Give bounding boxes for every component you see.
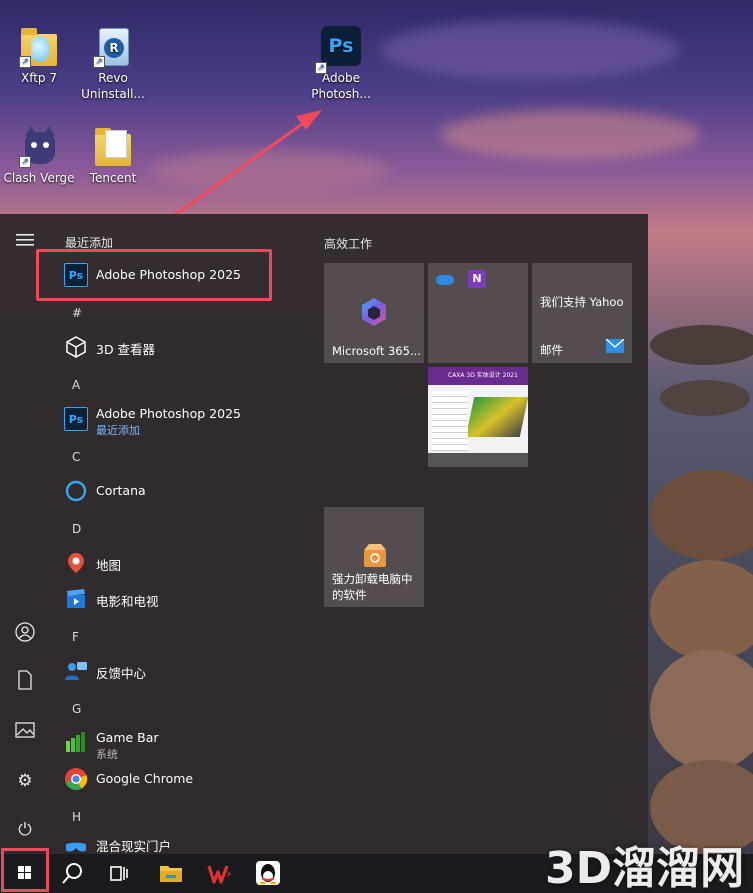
power-icon[interactable]: ⏻ bbox=[10, 815, 40, 845]
watermark: 3D溜溜网 bbox=[545, 843, 745, 893]
app-item-movies-tv[interactable]: 电影和电视 bbox=[62, 582, 290, 616]
start-button-highlight-box bbox=[1, 848, 49, 892]
onedrive-icon bbox=[436, 275, 454, 285]
search-button[interactable] bbox=[49, 854, 95, 893]
letter-header[interactable]: F bbox=[72, 630, 79, 644]
tile-mail[interactable]: 我们支持 Yahoo 邮件 bbox=[532, 263, 632, 363]
app-item-3d-viewer[interactable]: 3D 查看器 bbox=[62, 330, 290, 364]
feedback-person-icon bbox=[64, 659, 88, 683]
app-item-photoshop[interactable]: Ps Adobe Photoshop 2025 最近添加 bbox=[62, 402, 290, 437]
app-list: 最近添加 Ps Adobe Photoshop 2025 # 3D 查看器 A … bbox=[36, 214, 300, 854]
microsoft-365-icon bbox=[359, 297, 389, 331]
tile-mail-title: 我们支持 Yahoo bbox=[540, 295, 624, 309]
highlight-box bbox=[36, 249, 272, 301]
start-menu: ⚙ ⏻ 最近添加 Ps Adobe Photoshop 2025 # 3D 查看… bbox=[0, 214, 648, 854]
film-clapper-icon bbox=[64, 587, 88, 611]
task-view-button[interactable] bbox=[96, 854, 142, 893]
cube-icon bbox=[64, 335, 88, 359]
letter-header[interactable]: A bbox=[72, 378, 80, 392]
documents-icon[interactable] bbox=[10, 670, 40, 700]
app-item-game-bar[interactable]: Game Bar 系统 bbox=[62, 726, 290, 761]
letter-header[interactable]: G bbox=[72, 702, 81, 716]
recycle-box-icon bbox=[361, 541, 389, 573]
tiles-pane: 高效工作 Microsoft 365... N 我们支持 Yahoo 邮件 CA… bbox=[300, 214, 648, 854]
caxa-banner: CAXA 3D 实体设计 2021 bbox=[428, 367, 528, 385]
app-item-google-chrome[interactable]: Google Chrome bbox=[62, 762, 290, 796]
start-menu-rail: ⚙ ⏻ bbox=[0, 214, 50, 854]
chrome-icon bbox=[64, 767, 88, 791]
task-view-icon bbox=[110, 866, 128, 881]
file-explorer-button[interactable] bbox=[148, 854, 194, 893]
pictures-icon[interactable] bbox=[10, 718, 40, 748]
letter-header[interactable]: H bbox=[72, 810, 81, 824]
tile-caxa-3d[interactable]: CAXA 3D 实体设计 2021 bbox=[428, 367, 528, 467]
mail-envelope-icon bbox=[605, 338, 625, 357]
letter-header[interactable]: D bbox=[72, 522, 81, 536]
user-account-icon[interactable] bbox=[10, 622, 40, 652]
wps-office-button[interactable] bbox=[198, 854, 244, 893]
onenote-icon: N bbox=[468, 270, 486, 288]
caxa-screenshot-image bbox=[465, 397, 528, 437]
cortana-ring-icon bbox=[64, 479, 88, 503]
qq-penguin-icon bbox=[256, 861, 280, 885]
tile-office-apps[interactable]: N bbox=[428, 263, 528, 363]
wps-icon bbox=[207, 865, 231, 884]
letter-header[interactable]: C bbox=[72, 450, 80, 464]
map-pin-icon bbox=[64, 551, 88, 575]
photoshop-icon: Ps bbox=[64, 407, 88, 431]
letter-header[interactable]: # bbox=[72, 306, 82, 320]
game-bar-icon bbox=[64, 731, 88, 755]
settings-gear-icon[interactable]: ⚙ bbox=[10, 766, 40, 796]
app-item-cortana[interactable]: Cortana bbox=[62, 474, 290, 508]
file-explorer-icon bbox=[160, 866, 182, 882]
search-icon bbox=[62, 863, 82, 884]
app-item-feedback-hub[interactable]: 反馈中心 bbox=[62, 654, 290, 688]
app-item-maps[interactable]: 地图 bbox=[62, 546, 290, 580]
qq-button[interactable] bbox=[246, 854, 292, 893]
tile-microsoft-365[interactable]: Microsoft 365... bbox=[324, 263, 424, 363]
tiles-group-title: 高效工作 bbox=[324, 237, 373, 251]
tile-uninstall[interactable]: 强力卸载电脑中的软件 bbox=[324, 507, 424, 607]
